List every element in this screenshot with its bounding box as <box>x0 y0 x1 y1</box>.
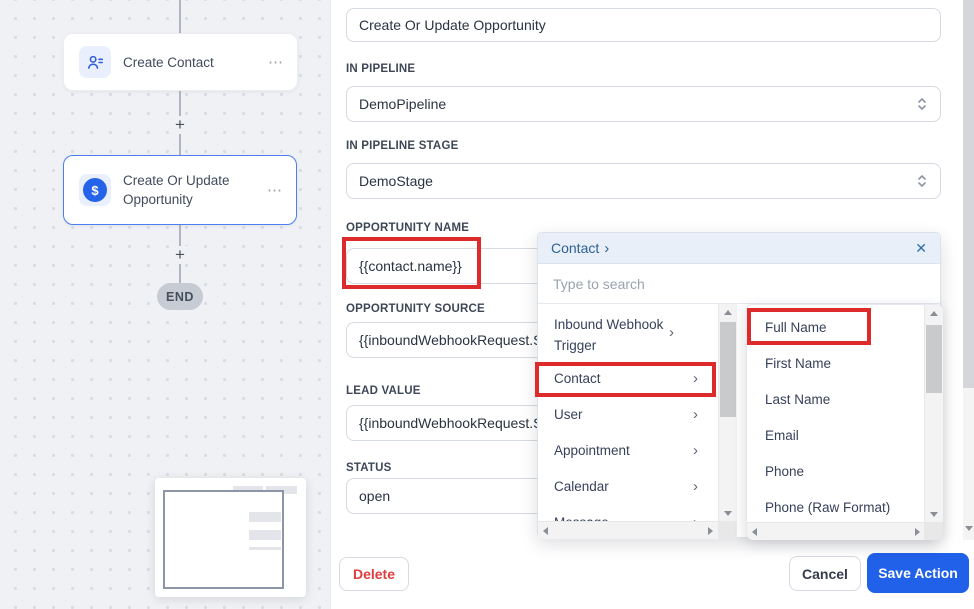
scroll-left-icon[interactable] <box>543 527 548 535</box>
category-label: Contact <box>554 371 601 386</box>
custom-value-picker-popup: Contact › ✕ Inbound Webhook Trigger › Co… <box>537 232 941 538</box>
scroll-left-icon[interactable] <box>752 528 757 536</box>
category-item-contact[interactable]: Contact › <box>538 360 718 396</box>
field-label-stage: IN PIPELINE STAGE <box>346 140 458 152</box>
pipeline-select-value: DemoPipeline <box>359 96 916 112</box>
scroll-down-icon[interactable] <box>719 505 737 521</box>
stepper-icon <box>916 173 928 189</box>
stepper-icon <box>916 96 928 112</box>
dollar-icon: $ <box>83 178 107 202</box>
field-item-phone[interactable]: Phone <box>747 453 925 489</box>
add-step-button[interactable]: + <box>171 246 189 264</box>
scroll-right-icon[interactable] <box>708 527 713 535</box>
category-scrollbar-thumb[interactable] <box>720 322 736 417</box>
field-item-email[interactable]: Email <box>747 417 925 453</box>
field-scrollbar[interactable] <box>924 305 943 522</box>
category-label: Calendar <box>554 479 609 494</box>
field-label-opportunity-source: OPPORTUNITY SOURCE <box>346 303 485 315</box>
action-settings-panel: IN PIPELINE DemoPipeline IN PIPELINE STA… <box>330 0 974 609</box>
opportunity-icon: $ <box>79 174 111 206</box>
field-submenu: Full Name First Name Last Name Email Pho… <box>746 304 942 539</box>
scroll-down-icon[interactable] <box>965 526 973 531</box>
scrollbar-corner <box>718 521 737 539</box>
scroll-up-icon[interactable] <box>719 304 737 320</box>
field-list: Full Name First Name Last Name Email Pho… <box>747 305 925 522</box>
category-label: Appointment <box>554 443 630 458</box>
delete-button[interactable]: Delete <box>339 557 409 591</box>
breadcrumb[interactable]: Contact <box>551 240 599 256</box>
category-item-inbound-webhook-trigger[interactable]: Inbound Webhook Trigger › <box>538 310 718 360</box>
minimap-bar <box>249 512 281 522</box>
value-picker-body: Inbound Webhook Trigger › Contact › User… <box>538 304 940 539</box>
chevron-right-icon: › <box>604 240 609 257</box>
chevron-right-icon: › <box>693 406 698 423</box>
save-action-button[interactable]: Save Action <box>867 553 969 593</box>
field-label-status: STATUS <box>346 462 392 474</box>
category-scrollbar[interactable] <box>718 304 737 521</box>
field-item-phone-raw-format[interactable]: Phone (Raw Format) <box>747 489 925 522</box>
workflow-canvas[interactable]: Create Contact ⋯ + $ Create Or Update Op… <box>0 0 330 609</box>
chevron-right-icon: › <box>693 370 698 387</box>
node-more-menu[interactable]: ⋯ <box>267 181 283 199</box>
scroll-right-icon[interactable] <box>915 528 920 536</box>
node-create-or-update-opportunity[interactable]: $ Create Or Update Opportunity ⋯ <box>63 155 297 225</box>
field-item-first-name[interactable]: First Name <box>747 345 925 381</box>
field-label-lead-value: LEAD VALUE <box>346 385 421 397</box>
chevron-right-icon: › <box>669 324 674 341</box>
category-label: User <box>554 407 583 422</box>
value-picker-header: Contact › ✕ <box>538 233 940 264</box>
minimap[interactable] <box>155 478 306 597</box>
scroll-down-icon[interactable] <box>925 506 943 522</box>
chevron-right-icon: › <box>693 478 698 495</box>
stage-select[interactable]: DemoStage <box>346 163 941 199</box>
category-item-appointment[interactable]: Appointment › <box>538 432 718 468</box>
node-title: Create Contact <box>123 53 251 72</box>
category-item-clipped[interactable]: Message › <box>538 504 718 521</box>
field-item-full-name[interactable]: Full Name <box>747 309 925 345</box>
node-more-menu[interactable]: ⋯ <box>268 53 284 71</box>
panel-scrollbar-thumb[interactable] <box>963 0 974 388</box>
workflow-builder-screen: Create Contact ⋯ + $ Create Or Update Op… <box>0 0 974 609</box>
node-create-contact[interactable]: Create Contact ⋯ <box>63 33 298 91</box>
scrollbar-corner <box>924 522 943 540</box>
node-title: Create Or Update Opportunity <box>123 171 251 209</box>
category-hscrollbar[interactable] <box>538 521 718 539</box>
add-step-button[interactable]: + <box>171 116 189 134</box>
category-item-calendar[interactable]: Calendar › <box>538 468 718 504</box>
category-label: Inbound Webhook Trigger <box>554 314 676 356</box>
minimap-bar <box>249 547 281 550</box>
field-label-pipeline: IN PIPELINE <box>346 63 415 75</box>
field-scrollbar-thumb[interactable] <box>926 325 942 393</box>
action-name-input[interactable] <box>346 8 941 42</box>
connector-line <box>179 0 181 33</box>
pipeline-select[interactable]: DemoPipeline <box>346 86 941 122</box>
cancel-button[interactable]: Cancel <box>789 556 861 591</box>
field-label-opportunity-name: OPPORTUNITY NAME <box>346 222 469 234</box>
category-item-user[interactable]: User › <box>538 396 718 432</box>
panel-scrollbar[interactable] <box>963 0 974 540</box>
scroll-up-icon[interactable] <box>925 305 943 321</box>
stage-select-value: DemoStage <box>359 173 916 189</box>
search-input[interactable] <box>551 275 927 293</box>
end-badge: END <box>157 283 203 310</box>
minimap-bar <box>249 530 281 540</box>
field-hscrollbar[interactable] <box>747 522 925 540</box>
field-item-last-name[interactable]: Last Name <box>747 381 925 417</box>
close-icon[interactable]: ✕ <box>915 241 927 255</box>
chevron-right-icon: › <box>693 514 698 522</box>
category-list: Inbound Webhook Trigger › Contact › User… <box>538 304 718 521</box>
value-picker-search <box>538 264 940 304</box>
contact-icon <box>79 46 111 78</box>
chevron-right-icon: › <box>693 442 698 459</box>
